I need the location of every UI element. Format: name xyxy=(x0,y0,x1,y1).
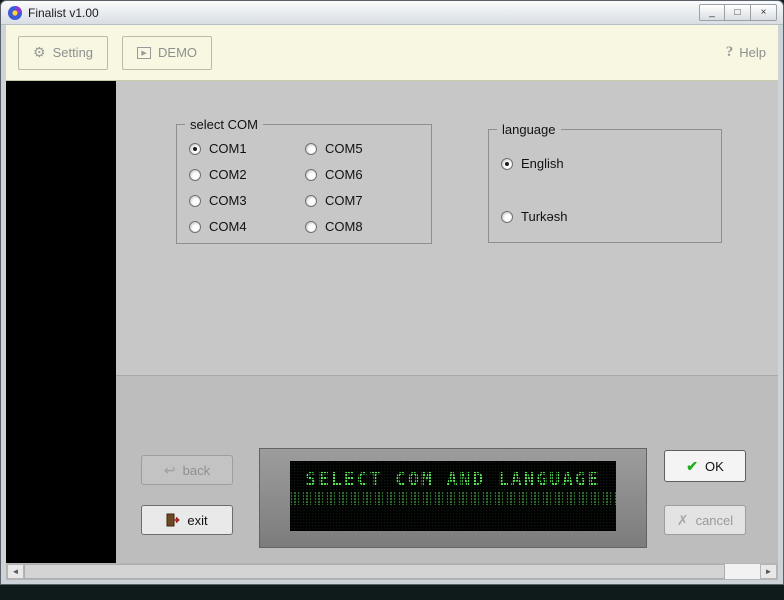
demo-button[interactable]: ▶ DEMO xyxy=(122,36,212,70)
radio-com6[interactable]: COM6 xyxy=(305,167,421,182)
radio-dot xyxy=(305,143,317,155)
help-label: Help xyxy=(739,45,766,60)
app-icon xyxy=(7,5,23,21)
radio-com2[interactable]: COM2 xyxy=(189,167,305,182)
radio-label: COM2 xyxy=(209,167,247,182)
radio-com4[interactable]: COM4 xyxy=(189,219,305,234)
com-options: COM1 COM5 COM2 COM6 xyxy=(177,125,431,244)
cancel-label: cancel xyxy=(696,513,734,528)
demo-play-icon: ▶ xyxy=(137,47,151,59)
minimize-button[interactable]: _ xyxy=(699,4,725,21)
radio-dot xyxy=(189,143,201,155)
settings-panel: select COM COM1 COM5 COM2 xyxy=(116,81,778,376)
left-black-panel xyxy=(6,81,116,563)
content-panel: select COM COM1 COM5 COM2 xyxy=(116,81,778,563)
language-groupbox: language English Turkəsh xyxy=(488,129,722,243)
led-dim-row xyxy=(290,492,616,505)
ok-label: OK xyxy=(705,459,724,474)
maximize-button[interactable]: □ xyxy=(725,4,751,21)
demo-label: DEMO xyxy=(158,45,197,60)
radio-label: COM8 xyxy=(325,219,363,234)
led-screen: SELECT COM AND LANGUAGE xyxy=(290,461,616,531)
language-options: English Turkəsh xyxy=(489,130,721,234)
window-controls: _ □ × xyxy=(699,4,777,21)
radio-label: COM5 xyxy=(325,141,363,156)
cancel-button[interactable]: ✗ cancel xyxy=(664,505,746,535)
back-label: back xyxy=(183,463,210,478)
ok-check-icon: ✔ xyxy=(686,459,698,473)
setting-label: Setting xyxy=(53,45,93,60)
radio-dot xyxy=(189,195,201,207)
hscrollbar-thumb[interactable] xyxy=(24,564,725,579)
window-title: Finalist v1.00 xyxy=(28,6,99,20)
radio-dot xyxy=(189,169,201,181)
radio-dot xyxy=(305,221,317,233)
exit-button[interactable]: exit xyxy=(141,505,233,535)
radio-english[interactable]: English xyxy=(501,156,711,171)
ok-button[interactable]: ✔ OK xyxy=(664,450,746,482)
radio-com1[interactable]: COM1 xyxy=(189,141,305,156)
exit-door-icon xyxy=(166,513,180,527)
radio-dot xyxy=(189,221,201,233)
setting-icon: ⚙ xyxy=(33,44,46,61)
radio-com3[interactable]: COM3 xyxy=(189,193,305,208)
radio-label: COM3 xyxy=(209,193,247,208)
toolbar: ⚙ Setting ▶ DEMO ? Help xyxy=(6,25,778,81)
radio-label: COM1 xyxy=(209,141,247,156)
cancel-x-icon: ✗ xyxy=(677,513,689,527)
radio-dot xyxy=(501,158,513,170)
exit-label: exit xyxy=(187,513,207,528)
select-com-group-label: select COM xyxy=(185,117,263,132)
back-button[interactable]: ↩ back xyxy=(141,455,233,485)
radio-com7[interactable]: COM7 xyxy=(305,193,421,208)
title-bar[interactable]: Finalist v1.00 _ □ × xyxy=(1,1,783,25)
minimize-icon: _ xyxy=(709,8,715,18)
radio-dot xyxy=(501,211,513,223)
radio-turkish[interactable]: Turkəsh xyxy=(501,209,711,224)
back-icon: ↩ xyxy=(164,463,176,477)
action-panel: ↩ back exit SELECT COM AND LANGUAGE xyxy=(116,377,778,563)
radio-label: COM4 xyxy=(209,219,247,234)
radio-com5[interactable]: COM5 xyxy=(305,141,421,156)
horizontal-scrollbar[interactable]: ◄ ► xyxy=(6,563,778,580)
maximize-icon: □ xyxy=(734,8,740,18)
close-icon: × xyxy=(761,8,767,18)
client-area: select COM COM1 COM5 COM2 xyxy=(6,81,778,563)
led-display-text: SELECT COM AND LANGUAGE xyxy=(290,469,616,490)
radio-dot xyxy=(305,169,317,181)
select-com-groupbox: select COM COM1 COM5 COM2 xyxy=(176,124,432,244)
help-icon: ? xyxy=(726,44,734,61)
close-button[interactable]: × xyxy=(751,4,777,21)
language-group-label: language xyxy=(497,122,561,137)
radio-label: Turkəsh xyxy=(521,209,567,224)
help-button[interactable]: ? Help xyxy=(726,44,766,61)
scroll-right-arrow-icon[interactable]: ► xyxy=(760,564,777,579)
led-display: SELECT COM AND LANGUAGE xyxy=(259,448,647,548)
radio-label: English xyxy=(521,156,564,171)
radio-label: COM6 xyxy=(325,167,363,182)
radio-com8[interactable]: COM8 xyxy=(305,219,421,234)
radio-dot xyxy=(305,195,317,207)
scroll-left-arrow-icon[interactable]: ◄ xyxy=(7,564,24,579)
app-window: Finalist v1.00 _ □ × ⚙ Setting ▶ DEMO ? … xyxy=(0,0,784,585)
setting-button[interactable]: ⚙ Setting xyxy=(18,36,108,70)
radio-label: COM7 xyxy=(325,193,363,208)
